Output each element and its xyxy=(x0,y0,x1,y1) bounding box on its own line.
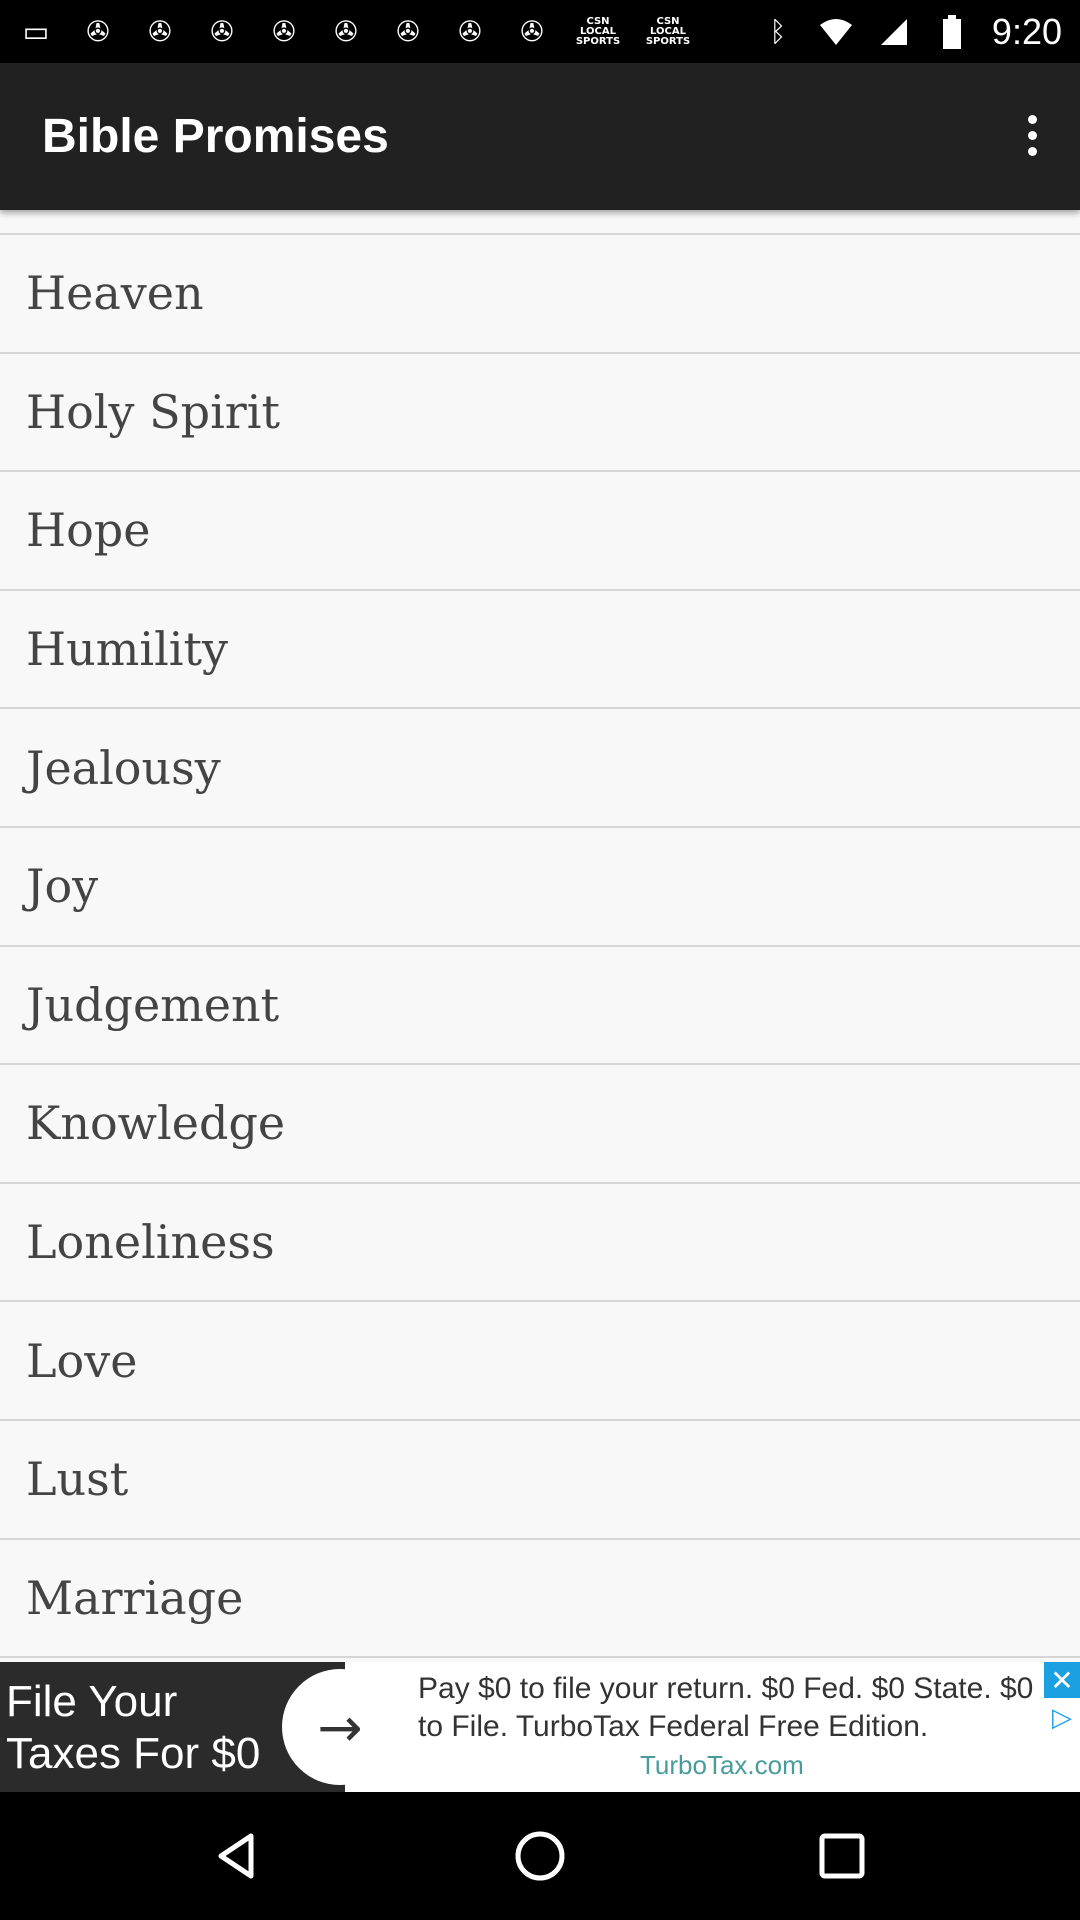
app-bar: Bible Promises xyxy=(0,63,1080,210)
nav-bar xyxy=(0,1792,1080,1920)
list-item[interactable]: Love xyxy=(0,1302,1080,1421)
bluetooth-icon: ᛒ xyxy=(769,15,787,48)
csn-icon: CSN LOCAL SPORTS xyxy=(575,15,621,47)
list-item[interactable]: Knowledge xyxy=(0,1065,1080,1184)
ad-body[interactable]: Pay $0 to file your return. $0 Fed. $0 S… xyxy=(418,1670,1048,1746)
status-notifications: ▭ ✇ ✇ ✇ ✇ ✇ ✇ ✇ ✇ CSN LOCAL SPORTS CSN L… xyxy=(18,14,690,50)
notification-icon: ✇ xyxy=(396,15,420,48)
ad-banner[interactable]: File Your Taxes For $0 → Pay $0 to file … xyxy=(0,1662,1080,1792)
notification-icon: ✇ xyxy=(334,15,358,48)
notification-icon: ✇ xyxy=(210,15,234,48)
ad-headline[interactable]: File Your Taxes For $0 xyxy=(6,1676,260,1780)
adchoices-icon[interactable]: ▷ xyxy=(1046,1702,1078,1734)
notification-icon: ✇ xyxy=(272,15,296,48)
list-item[interactable]: Hope xyxy=(0,472,1080,591)
battery-icon xyxy=(934,14,970,50)
list-item[interactable]: Jealousy xyxy=(0,709,1080,828)
list-item[interactable]: Humility xyxy=(0,591,1080,710)
list-item[interactable]: Joy xyxy=(0,828,1080,947)
notification-icon: ✇ xyxy=(520,15,544,48)
topic-list[interactable]: Heaven Holy Spirit Hope Humility Jealous… xyxy=(0,210,1080,1662)
recent-apps-icon[interactable] xyxy=(812,1826,872,1886)
list-item[interactable] xyxy=(0,210,1080,235)
status-system: ᛒ 9:20 xyxy=(760,11,1062,53)
back-icon[interactable] xyxy=(207,1826,267,1886)
status-bar: ▭ ✇ ✇ ✇ ✇ ✇ ✇ ✇ ✇ CSN LOCAL SPORTS CSN L… xyxy=(0,0,1080,63)
home-icon[interactable] xyxy=(510,1826,570,1886)
message-icon: ▭ xyxy=(22,15,50,48)
list-item[interactable]: Holy Spirit xyxy=(0,354,1080,473)
notification-icon: ✇ xyxy=(86,15,110,48)
wifi-icon xyxy=(818,14,854,50)
list-item[interactable]: Heaven xyxy=(0,235,1080,354)
status-time: 9:20 xyxy=(991,10,1062,52)
close-icon[interactable]: ✕ xyxy=(1044,1662,1080,1698)
page-title: Bible Promises xyxy=(42,110,389,163)
signal-icon xyxy=(876,14,912,50)
csn-icon: CSN LOCAL SPORTS xyxy=(645,15,691,47)
list-item[interactable]: Judgement xyxy=(0,947,1080,1066)
list-item[interactable]: Marriage xyxy=(0,1540,1080,1659)
notification-icon: ✇ xyxy=(148,15,172,48)
notification-icon: ✇ xyxy=(458,15,482,48)
ad-domain[interactable]: TurboTax.com xyxy=(640,1750,804,1781)
list-item[interactable]: Loneliness xyxy=(0,1184,1080,1303)
list-item[interactable]: Lust xyxy=(0,1421,1080,1540)
arrow-right-icon[interactable]: → xyxy=(282,1669,398,1785)
more-vert-icon[interactable] xyxy=(1002,99,1062,171)
